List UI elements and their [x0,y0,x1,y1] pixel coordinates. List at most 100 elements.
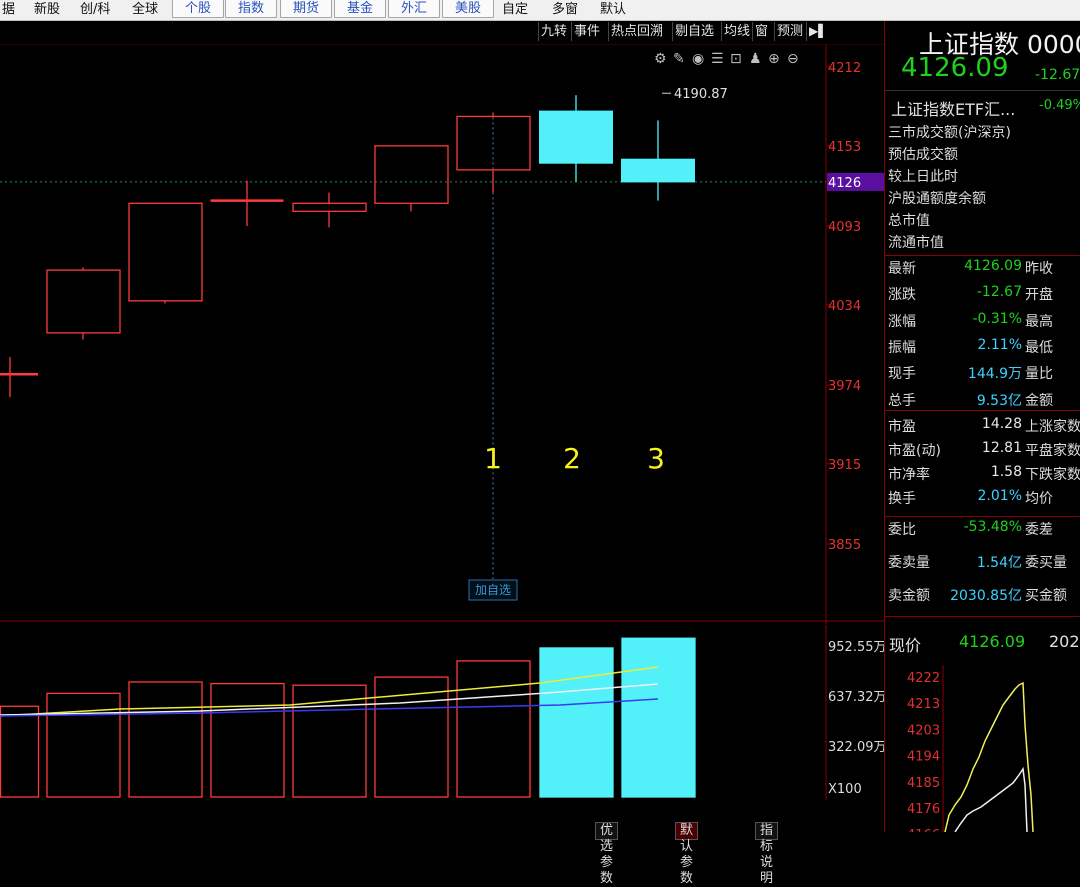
pe_rows-label: 市盈 [888,419,916,435]
candle-2[interactable] [46,267,121,340]
volume-bar-7[interactable] [456,660,531,798]
etf-pct: -0.49% [1039,98,1080,113]
high-label: 4190.87 [674,87,728,102]
order_rows-right-label: 委买量 [1025,555,1067,571]
candle-8[interactable] [539,95,613,182]
gear-icon[interactable]: ⚙ [654,51,667,67]
tab-11[interactable]: 多窗 [550,0,580,20]
toolbar-btn-6[interactable]: 预测 [774,22,805,41]
volume-chart[interactable]: 952.55万 637.32万 322.09万 X100 [0,625,884,800]
candlestick-chart[interactable]: 4212 4153 4126 4093 4034 3974 3915 3855 ⚙ ✎ ◉ ☰ ⊡ ♟ ⊕ ⊖… [0,44,884,624]
pe_rows-right-label: 上涨家数 [1025,419,1080,435]
pe_rows-right-label: 平盘家数 [1025,443,1080,459]
etf-link[interactable]: 上证指数ETF汇... [891,96,1015,120]
volume-bar-9[interactable] [621,637,696,798]
eye-icon[interactable]: ◉ [692,51,704,67]
tab-4[interactable]: 个股 [172,0,224,18]
tab-9[interactable]: 美股 [442,0,494,18]
user-icon[interactable]: ♟ [749,51,762,67]
pe_rows-label: 换手 [888,491,916,507]
pe_rows-value: 2.01% [977,488,1022,504]
volume-bar-4[interactable] [210,682,285,798]
info-label: 较上日此时 [888,169,958,185]
price-tick-label: 4093 [828,220,861,235]
quote_rows-label: 涨跌 [888,287,916,304]
section-separator [885,410,1080,411]
price-tick-label: 3915 [828,458,861,473]
tab-2[interactable]: 创/科 [78,0,112,20]
tab-5[interactable]: 指数 [225,0,277,18]
quote_rows-right-label: 开盘 [1025,287,1053,304]
plus-icon[interactable]: ⊕ [768,51,780,67]
mini-tick-label: 4166 [907,828,940,832]
chart-toolbar: 九转 事件 热点回溯 剔自选 均线窗预测 ▶▌ [538,21,828,43]
pe_rows-value: 12.81 [981,440,1022,456]
pe_rows-label: 市盈(动) [888,443,941,459]
price-tick-label: 3974 [828,379,861,394]
tab-6[interactable]: 期货 [280,0,332,18]
quote_rows-right-label: 最低 [1025,339,1053,356]
tab-10[interactable]: 自定 [500,0,530,20]
top-tab-bar: 据新股 创/科 全球 个股 指数 期货 基金 外汇 美股 自定 多窗 默认 [0,0,1080,21]
toolbar-btn-1[interactable]: 事件 [571,22,602,41]
info-label: 预估成交额 [888,147,958,163]
volume-bar-1[interactable] [0,705,40,798]
order_rows-right-label: 买金额 [1025,588,1067,604]
mini-tick-label: 4176 [907,802,940,817]
tab-3[interactable]: 全球 [130,0,160,20]
quote_rows-right-label: 最高 [1025,313,1053,330]
lock-icon[interactable]: ⊡ [730,51,742,67]
volume-bar-8[interactable] [539,647,614,798]
price-tick-label: 4126 [828,176,861,191]
candle-5[interactable] [292,192,367,228]
toolbar-btn-0[interactable]: 九转 [538,22,569,41]
tab-0[interactable]: 据 [0,0,17,20]
mini-tick-label: 4213 [907,697,940,712]
toolbar-btn-2[interactable]: 热点回溯 [608,22,665,41]
candle-3[interactable] [128,202,203,304]
order_rows-value: -53.48% [963,519,1022,535]
pe_rows-right-label: 均价 [1025,491,1053,507]
bottom-tab-1[interactable]: 默认参数 [675,822,699,886]
section-separator [885,255,1080,256]
info-label: 流通市值 [888,235,944,251]
quote_rows-label: 振幅 [888,339,916,356]
order_rows-label: 卖金额 [888,588,930,604]
mini-label: 现价 [889,636,922,655]
volume-bar-2[interactable] [46,692,121,798]
intraday-mini-chart[interactable]: 4222 4213 4203 4194 4185 4176 4166 [885,665,1080,832]
annotation-3: 3 [647,442,665,475]
pe_rows-label: 市净率 [888,467,930,483]
quote_rows-value: 144.9万 [967,366,1022,383]
price-tick-label: 4034 [828,299,861,314]
bottom-tab-0[interactable]: 优选参数 [595,822,619,886]
arrow-icon[interactable]: ▶▌ [806,22,829,41]
toolbar-btn-4[interactable]: 均线 [721,22,752,41]
volume-bar-3[interactable] [128,681,203,798]
price-tick-label: 4153 [828,140,861,155]
pen-icon[interactable]: ✎ [673,51,685,67]
minus-icon[interactable]: ⊖ [787,51,799,67]
toolbar-btn-3[interactable]: 剔自选 [672,22,716,41]
tab-7[interactable]: 基金 [334,0,386,18]
quote_rows-value: 4126.09 [964,258,1022,274]
annotation-1: 1 [484,442,502,475]
tab-1[interactable]: 新股 [32,0,62,20]
bottom-tab-2[interactable]: 指标说明 [755,822,779,886]
info-label: 三市成交额(沪深京) [888,125,1011,141]
toolbar-btn-5[interactable]: 窗 [752,22,770,41]
quote_rows-value: 2.11% [977,336,1022,353]
quote_rows-value: -0.31% [972,310,1022,327]
tab-8[interactable]: 外汇 [388,0,440,18]
quote_rows-label: 现手 [888,366,916,383]
volume-bar-6[interactable] [374,676,449,798]
candle-1[interactable] [0,356,38,398]
mini-tick-label: 4185 [907,776,940,791]
order_rows-value: 2030.85亿 [950,588,1022,604]
candle-9[interactable] [621,120,695,201]
stack-icon[interactable]: ☰ [711,51,724,67]
candle-4[interactable] [210,180,284,226]
add-watchlist-label: 加自选 [475,583,511,597]
tab-12[interactable]: 默认 [598,0,628,20]
candle-6[interactable] [374,145,449,212]
